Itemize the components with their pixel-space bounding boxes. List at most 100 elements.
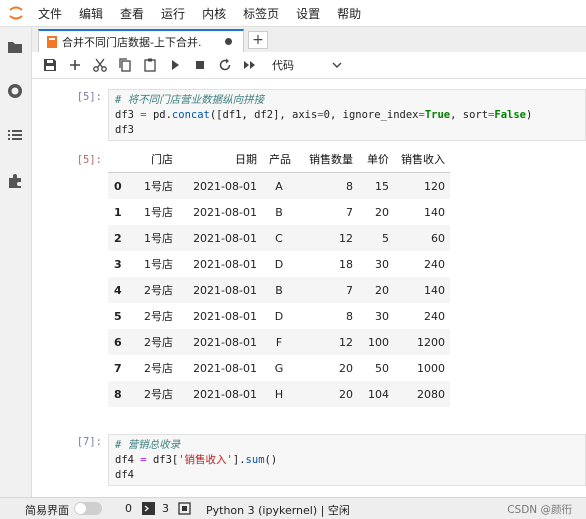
table-cell: 1号店	[144, 206, 173, 219]
toggle-knob	[75, 503, 86, 514]
menu-run[interactable]: 运行	[161, 5, 185, 22]
table-cell: H	[262, 381, 296, 407]
menu-kernel[interactable]: 内核	[202, 5, 226, 22]
table-cell: F	[262, 329, 296, 355]
simple-mode-toggle[interactable]	[74, 502, 102, 515]
table-cell: 2号店	[132, 277, 178, 303]
status-bar: 简易界面 0 3 Python 3 (ipykernel) | 空闲 CSDN …	[0, 497, 586, 519]
table-cell: 18	[339, 257, 353, 271]
table-cell: 2号店	[144, 310, 173, 323]
main-area: 合并不同门店数据-上下合并. + 代码 [5]: # 将不同门店营业数据纵向拼接…	[32, 27, 586, 497]
save-icon[interactable]	[42, 57, 58, 73]
table-cell: 1号店	[132, 172, 178, 199]
table-cell: 2080	[394, 381, 450, 407]
table-cell: 2021-08-01	[193, 205, 257, 219]
table-row: 3 1号店 2021-08-01 D 18 30 240	[108, 251, 450, 277]
cell-type-value: 代码	[272, 59, 294, 72]
add-cell-icon[interactable]	[67, 57, 83, 73]
table-cell: 12	[296, 329, 358, 355]
row-index: 8	[108, 381, 132, 407]
menu-help[interactable]: 帮助	[337, 5, 361, 22]
table-cell: 20	[358, 277, 394, 303]
table-row: 6 2号店 2021-08-01 F 12 100 1200	[108, 329, 450, 355]
table-cell: 240	[424, 309, 445, 323]
code-function: concat	[171, 109, 210, 121]
menu-settings[interactable]: 设置	[296, 5, 320, 22]
code-text: ].	[232, 454, 246, 466]
tab-bar: 合并不同门店数据-上下合并. +	[32, 27, 586, 52]
table-cell: 100	[358, 329, 394, 355]
table-cell: 2021-08-01	[178, 381, 262, 407]
code-text: ([df1, df2], axis	[209, 109, 318, 121]
code-comment: # 将不同门店营业数据纵向拼接	[115, 94, 265, 106]
table-header: 门店	[132, 146, 178, 173]
menu-view[interactable]: 查看	[120, 5, 144, 22]
copy-icon[interactable]	[117, 57, 133, 73]
table-cell: 1号店	[144, 258, 173, 271]
row-index: 1	[114, 205, 122, 219]
table-cell: 240	[424, 257, 445, 271]
left-sidebar	[0, 27, 32, 497]
running-icon[interactable]	[7, 83, 23, 99]
kernel-count[interactable]: 3	[162, 502, 169, 515]
table-cell: 7	[346, 205, 353, 219]
table-cell: 2号店	[132, 329, 178, 355]
table-cell: 20	[339, 361, 353, 375]
code-text: df3[	[146, 454, 179, 466]
add-tab-button[interactable]: +	[248, 31, 268, 49]
table-row: 8 2号店 2021-08-01 H 20 104 2080	[108, 381, 450, 407]
simple-mode-label: 简易界面	[25, 504, 69, 517]
stop-icon[interactable]	[192, 57, 208, 73]
table-cell: 1200	[394, 329, 450, 355]
terminal-icon	[142, 502, 155, 515]
table-cell: 60	[394, 225, 450, 251]
table-cell: 104	[358, 381, 394, 407]
table-cell: B	[262, 277, 296, 303]
row-index: 0	[108, 172, 132, 199]
notebook-toolbar: 代码	[32, 52, 586, 79]
cell-type-select[interactable]: 代码	[272, 56, 342, 74]
table-cell: C	[262, 225, 296, 251]
table-row: 4 2号店 2021-08-01 B 7 20 140	[108, 277, 450, 303]
folder-icon[interactable]	[7, 39, 23, 55]
table-cell: 2号店	[144, 362, 173, 375]
table-cell: 5	[358, 225, 394, 251]
table-cell: 8	[296, 172, 358, 199]
table-cell: 2021-08-01	[178, 225, 262, 251]
table-cell: 2021-08-01	[178, 277, 262, 303]
status-count[interactable]: 0	[125, 502, 132, 515]
code-text: pd.	[146, 109, 172, 121]
table-cell: 1号店	[132, 225, 178, 251]
run-icon[interactable]	[167, 57, 183, 73]
table-row: 7 2号店 2021-08-01 G 20 50 1000	[108, 355, 450, 381]
table-header: 销售数量	[296, 146, 358, 173]
row-index: 7	[114, 361, 122, 375]
restart-icon[interactable]	[217, 57, 233, 73]
code-text: , sort	[450, 109, 489, 121]
table-cell: 30	[375, 257, 389, 271]
table-header: 单价	[358, 146, 394, 173]
table-cell: 20	[375, 205, 389, 219]
code-cell-sum[interactable]: # 营销总收录 df4 = df3['销售收入'].sum() df4	[108, 434, 586, 486]
code-text: df3	[115, 124, 134, 136]
menu-file[interactable]: 文件	[38, 5, 62, 22]
jupyter-logo-icon	[9, 6, 23, 20]
notebook-tab[interactable]: 合并不同门店数据-上下合并.	[38, 29, 244, 52]
fast-forward-icon[interactable]	[242, 57, 258, 73]
table-of-contents-icon[interactable]	[7, 127, 23, 143]
row-index: 2	[108, 225, 132, 251]
code-keyword: False	[494, 109, 526, 121]
cut-icon[interactable]	[92, 57, 108, 73]
table-row: 1 1号店 2021-08-01 B 7 20 140	[108, 199, 450, 225]
table-header: 销售收入	[394, 146, 450, 173]
code-cell-concat[interactable]: # 将不同门店营业数据纵向拼接 df3 = pd.concat([df1, df…	[108, 89, 586, 141]
menu-edit[interactable]: 编辑	[79, 5, 103, 22]
table-row: 2 1号店 2021-08-01 C 12 5 60	[108, 225, 450, 251]
table-cell: 20	[296, 381, 358, 407]
kernel-status[interactable]: Python 3 (ipykernel) | 空闲	[206, 502, 350, 518]
unsaved-dot-icon[interactable]	[225, 38, 232, 45]
paste-icon[interactable]	[142, 57, 158, 73]
table-cell: 12	[296, 225, 358, 251]
extension-puzzle-icon[interactable]	[7, 173, 23, 189]
menu-tabs[interactable]: 标签页	[243, 5, 279, 22]
